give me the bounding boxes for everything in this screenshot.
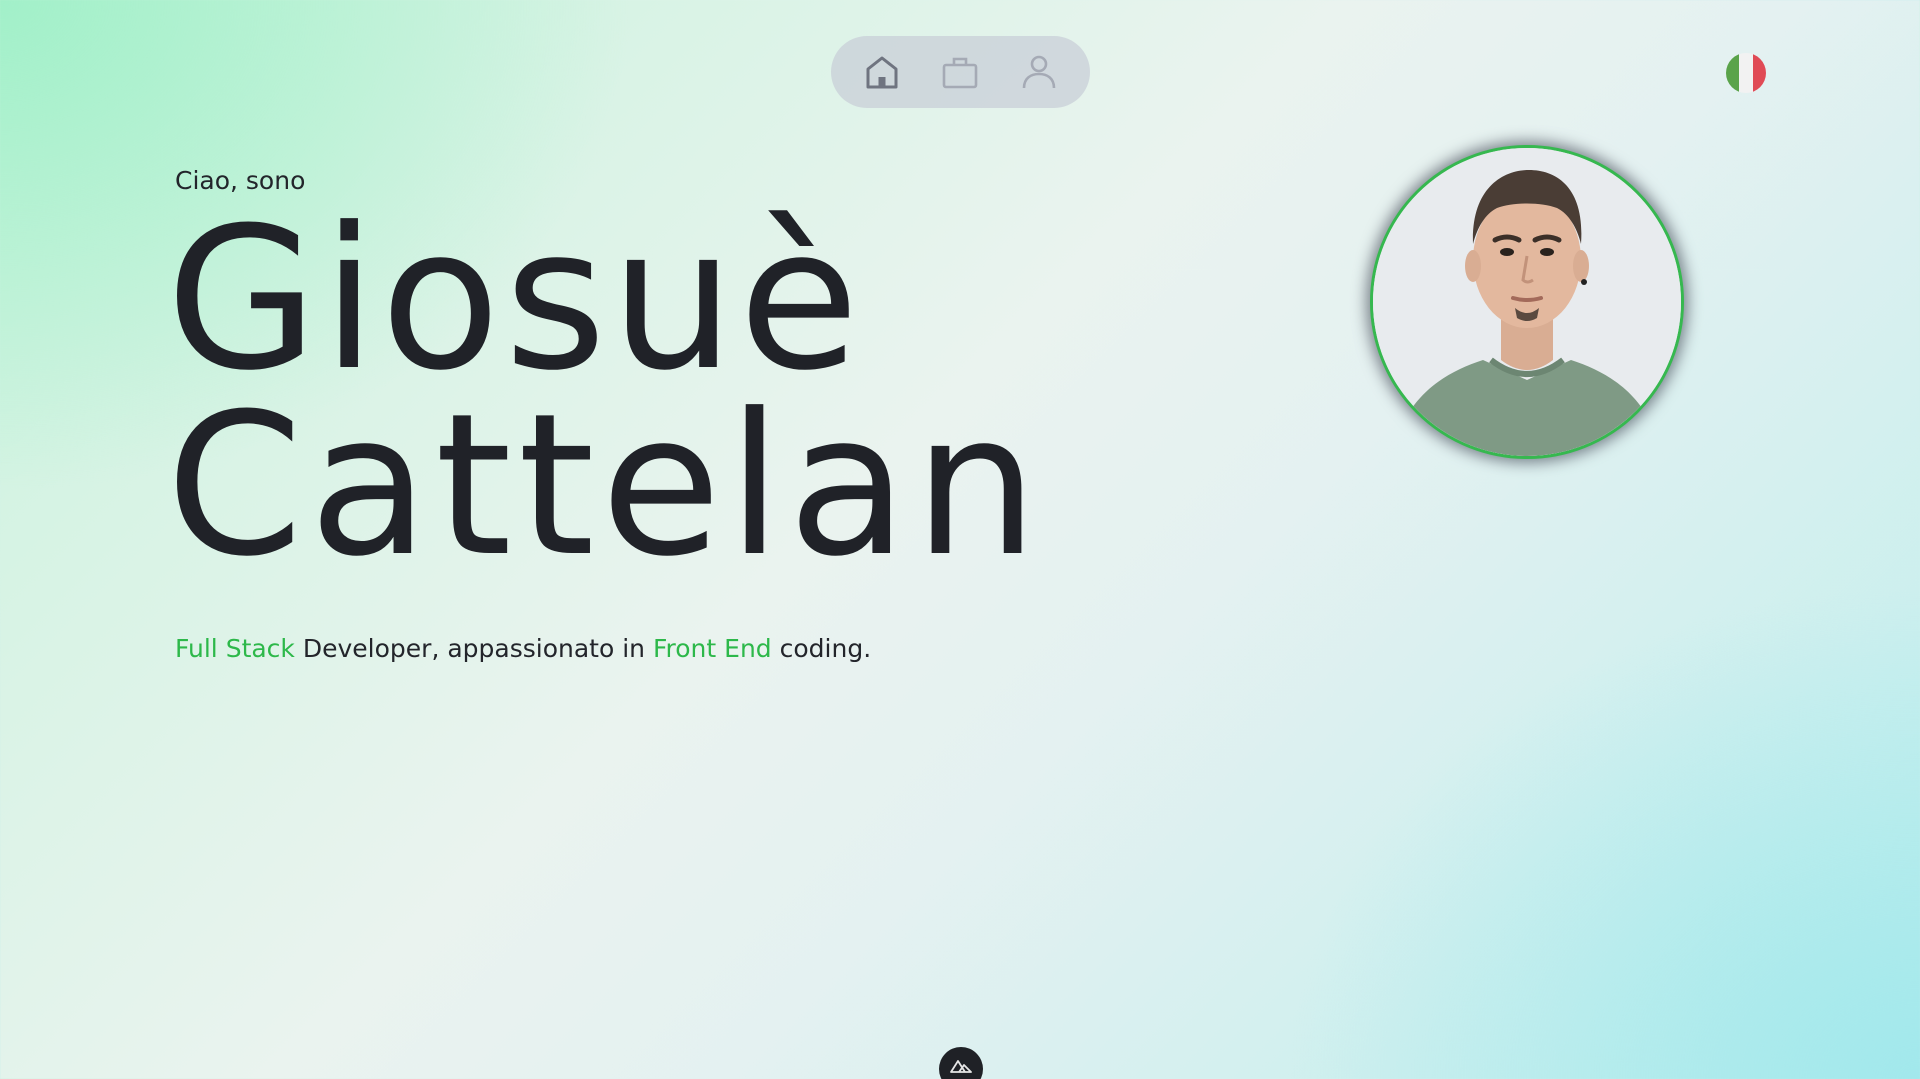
language-switch-button[interactable]	[1726, 53, 1766, 93]
profile-photo	[1373, 148, 1681, 456]
tagline-text-2: coding.	[771, 634, 872, 663]
nuxt-badge-button[interactable]	[939, 1047, 983, 1079]
nuxt-logo-icon	[950, 1060, 972, 1073]
top-nav	[831, 36, 1090, 108]
nav-about-button[interactable]	[1011, 44, 1067, 100]
hero-last-name: Cattelan	[166, 372, 1045, 600]
home-icon	[866, 56, 898, 89]
profile-avatar	[1370, 145, 1684, 459]
tagline-highlight-front-end: Front End	[652, 634, 772, 663]
nav-projects-button[interactable]	[932, 44, 988, 100]
user-icon	[1022, 55, 1056, 89]
hero-first-name: Giosuè	[166, 186, 864, 414]
tagline-highlight-full-stack: Full Stack	[175, 634, 295, 663]
tagline-text-1: Developer, appassionato in	[294, 634, 653, 663]
italy-flag-icon	[1726, 53, 1740, 93]
hero-tagline: Full Stack Developer, appassionato in Fr…	[175, 634, 871, 663]
nav-home-button[interactable]	[854, 44, 910, 100]
briefcase-icon	[943, 57, 978, 89]
